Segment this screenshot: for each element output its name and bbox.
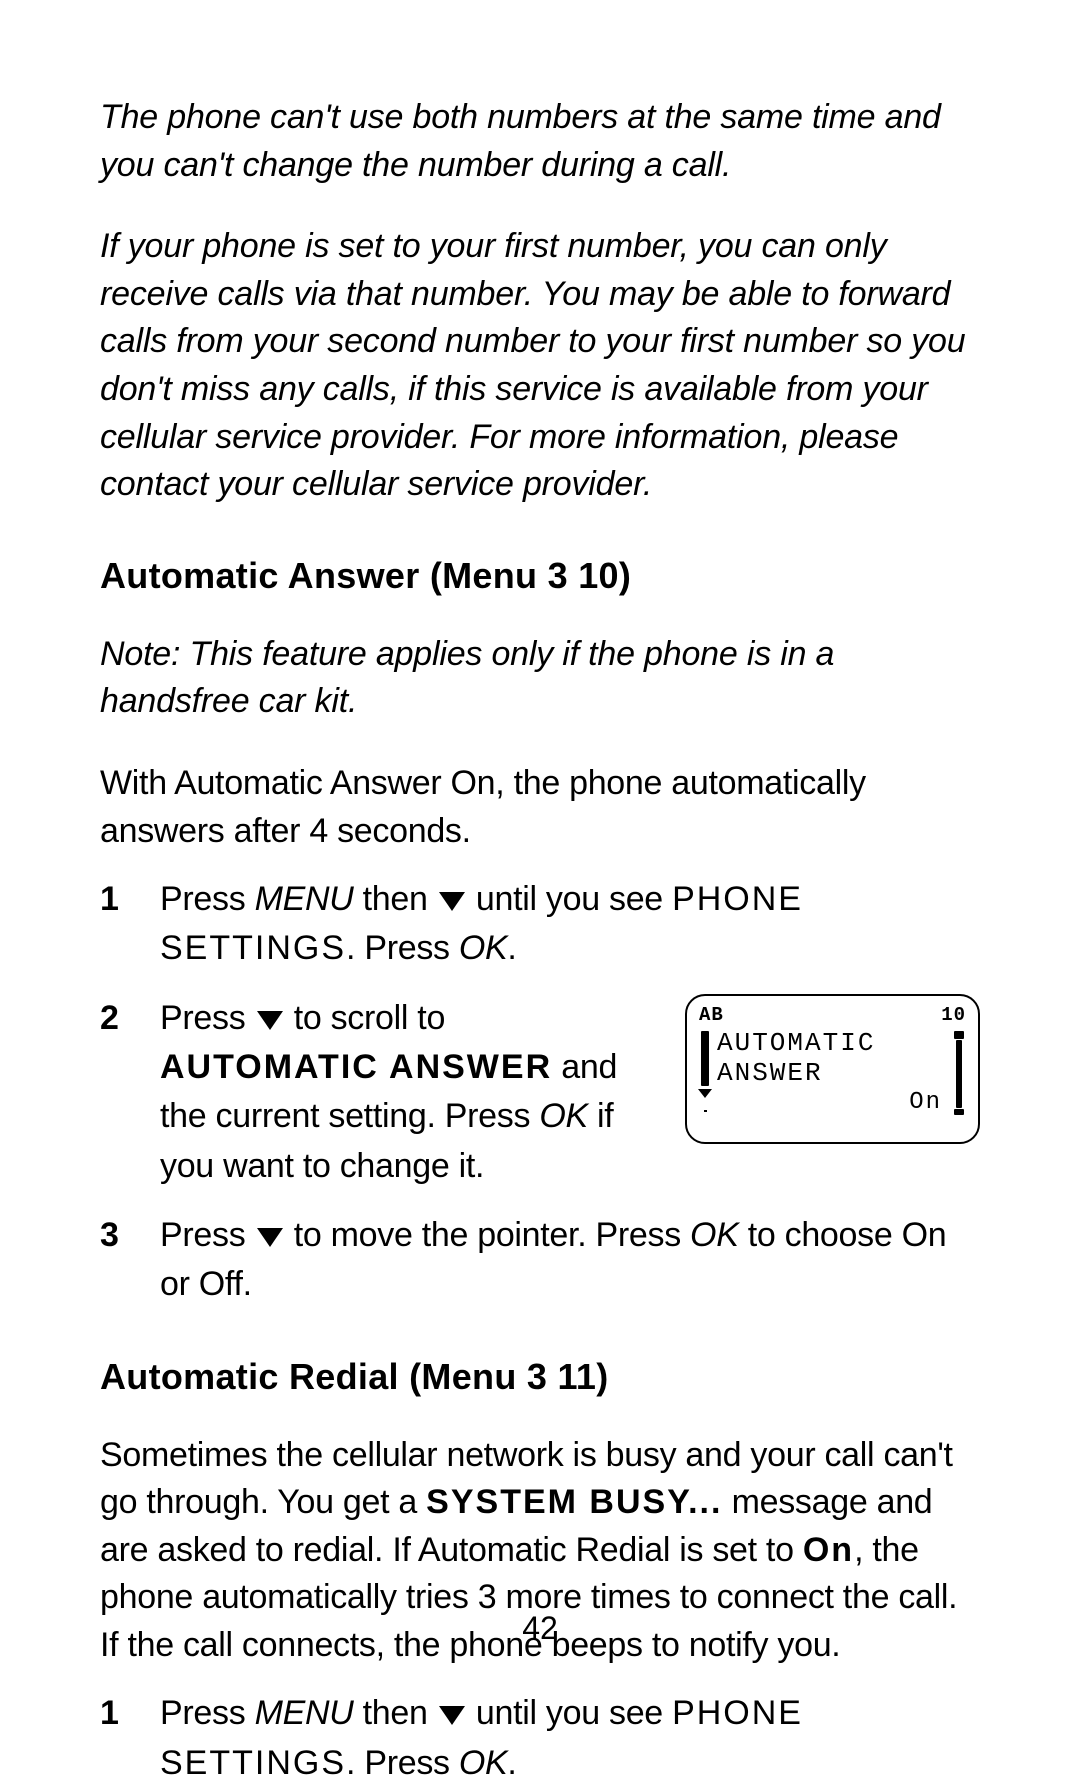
screen-text-block: AUTOMATIC ANSWER On bbox=[717, 1029, 946, 1116]
step-number: 1 bbox=[100, 875, 160, 974]
text-fragment: then bbox=[353, 1694, 436, 1732]
auto-answer-body: With Automatic Answer On, the phone auto… bbox=[100, 760, 980, 855]
screen-ab-indicator: AB bbox=[699, 1002, 724, 1030]
text-fragment: . Press bbox=[346, 1744, 459, 1782]
ok-key-label: OK bbox=[539, 1097, 588, 1135]
text-fragment: . bbox=[507, 1744, 516, 1782]
screen-value: On bbox=[717, 1089, 946, 1117]
auto-answer-note: Note: This feature applies only if the p… bbox=[100, 631, 980, 726]
auto-answer-step-3: 3 Press to move the pointer. Press OK to… bbox=[100, 1211, 980, 1310]
text-fragment: until you see bbox=[467, 1694, 672, 1732]
auto-answer-steps: 1 Press MENU then until you see PHONE SE… bbox=[100, 875, 980, 1309]
text-fragment: Press bbox=[160, 1694, 255, 1732]
ok-key-label: OK bbox=[459, 1744, 508, 1782]
step-text: Press to move the pointer. Press OK to c… bbox=[160, 1211, 980, 1310]
step-text: Press MENU then until you see PHONE SETT… bbox=[160, 875, 980, 974]
down-arrow-icon bbox=[257, 1011, 283, 1030]
step-number: 3 bbox=[100, 1211, 160, 1310]
intro-para-2: If your phone is set to your first numbe… bbox=[100, 223, 980, 509]
down-arrow-icon bbox=[439, 1706, 465, 1725]
auto-redial-heading: Automatic Redial (Menu 3 11) bbox=[100, 1356, 980, 1398]
step-number: 2 bbox=[100, 994, 160, 1191]
text-fragment: to scroll to bbox=[285, 999, 446, 1037]
menu-key-label: MENU bbox=[255, 880, 354, 918]
step-text: Press MENU then until you see PHONE SETT… bbox=[160, 1689, 980, 1788]
phone-screen-illustration: AB 10 AUTOMATIC ANSWER bbox=[685, 994, 980, 1144]
text-fragment: then bbox=[353, 880, 436, 918]
text-fragment: Press bbox=[160, 999, 255, 1037]
screen-line-1: AUTOMATIC bbox=[717, 1029, 946, 1059]
screen-menu-number: 10 bbox=[941, 1002, 966, 1030]
text-fragment: . bbox=[507, 929, 516, 967]
auto-answer-step-2: 2 Press to scroll to AUTOMATIC ANSWER an… bbox=[100, 994, 980, 1191]
step-text: Press to scroll to AUTOMATIC ANSWER and … bbox=[160, 994, 661, 1191]
text-fragment: . Press bbox=[346, 929, 459, 967]
ok-key-label: OK bbox=[690, 1216, 739, 1254]
down-arrow-icon bbox=[439, 892, 465, 911]
auto-redial-step-1: 1 Press MENU then until you see PHONE SE… bbox=[100, 1689, 980, 1788]
ok-key-label: OK bbox=[459, 929, 508, 967]
screen-line-2: ANSWER bbox=[717, 1059, 946, 1089]
auto-answer-heading: Automatic Answer (Menu 3 10) bbox=[100, 555, 980, 597]
menu-key-label: MENU bbox=[255, 1694, 354, 1732]
page-number: 42 bbox=[0, 1610, 1080, 1647]
battery-right-icon bbox=[952, 1029, 966, 1115]
text-fragment: to move the pointer. Press bbox=[285, 1216, 690, 1254]
auto-redial-steps: 1 Press MENU then until you see PHONE SE… bbox=[100, 1689, 980, 1788]
step-number: 1 bbox=[100, 1689, 160, 1788]
signal-left-icon bbox=[699, 1029, 711, 1112]
display-text: AUTOMATIC ANSWER bbox=[160, 1048, 552, 1086]
display-text: On bbox=[803, 1531, 854, 1569]
text-fragment: Press bbox=[160, 880, 255, 918]
text-fragment: Press bbox=[160, 1216, 255, 1254]
down-arrow-icon bbox=[257, 1228, 283, 1247]
display-text: SYSTEM BUSY... bbox=[426, 1483, 722, 1521]
text-fragment: until you see bbox=[467, 880, 672, 918]
intro-para-1: The phone can't use both numbers at the … bbox=[100, 94, 980, 189]
auto-answer-step-1: 1 Press MENU then until you see PHONE SE… bbox=[100, 875, 980, 974]
manual-page: The phone can't use both numbers at the … bbox=[0, 0, 1080, 1697]
